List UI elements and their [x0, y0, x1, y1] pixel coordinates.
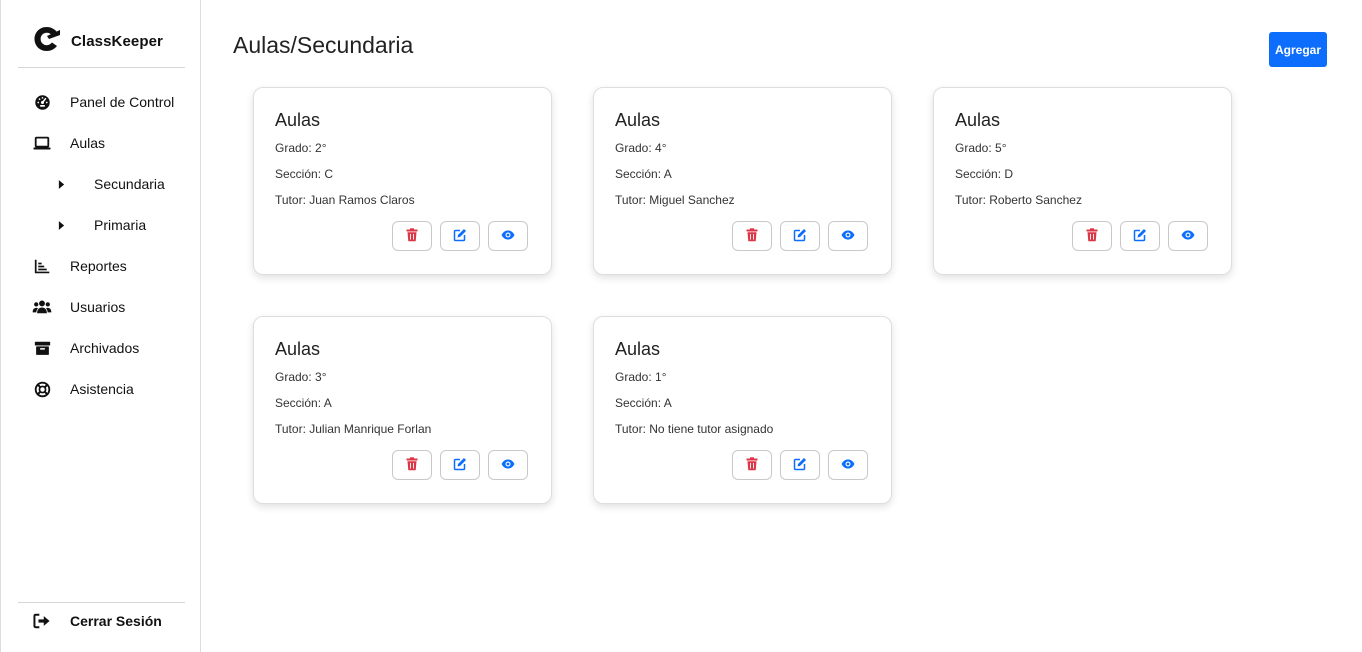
card-actions	[732, 221, 868, 251]
sidebar-item-label: Archivados	[70, 340, 140, 356]
sidebar-item-label: Asistencia	[70, 381, 134, 397]
logout-label: Cerrar Sesión	[70, 613, 162, 629]
card-grado: Grado: 2°	[275, 141, 327, 155]
card-actions	[392, 221, 528, 251]
card-grado: Grado: 1°	[615, 370, 667, 384]
card-tutor: Tutor: Julian Manrique Forlan	[275, 422, 432, 436]
caret-right-icon	[58, 178, 66, 190]
edit-button[interactable]	[780, 221, 820, 251]
card-seccion: Sección: A	[615, 396, 672, 410]
edit-icon	[453, 457, 467, 474]
view-button[interactable]	[488, 221, 528, 251]
sidebar-item-aulas[interactable]: Aulas	[32, 133, 105, 153]
card-seccion: Sección: A	[615, 167, 672, 181]
edit-button[interactable]	[780, 450, 820, 480]
sidebar: ClassKeeper Panel de Control Aulas Secun…	[0, 0, 201, 652]
sidebar-item-reportes[interactable]: Reportes	[32, 256, 127, 276]
edit-button[interactable]	[440, 221, 480, 251]
sidebar-item-asistencia[interactable]: Asistencia	[32, 379, 134, 399]
sidebar-item-label: Panel de Control	[70, 94, 175, 110]
sign-out-icon	[32, 611, 52, 631]
card-actions	[1072, 221, 1208, 251]
edit-icon	[453, 228, 467, 245]
view-button[interactable]	[488, 450, 528, 480]
trash-icon	[405, 456, 419, 474]
delete-button[interactable]	[1072, 221, 1112, 251]
card-seccion: Sección: D	[955, 167, 1014, 181]
card-tutor: Tutor: Juan Ramos Claros	[275, 193, 415, 207]
sidebar-subitem-label: Secundaria	[94, 176, 165, 192]
archive-box-icon	[32, 338, 52, 358]
classroom-card: Aulas Grado: 3° Sección: A Tutor: Julian…	[253, 316, 552, 504]
card-grado: Grado: 5°	[955, 141, 1007, 155]
sidebar-item-usuarios[interactable]: Usuarios	[32, 297, 125, 317]
add-button[interactable]: Agregar	[1269, 32, 1327, 67]
delete-button[interactable]	[732, 221, 772, 251]
caret-right-icon	[58, 219, 66, 231]
eye-icon	[501, 228, 515, 245]
classkeeper-logo-icon	[33, 26, 61, 57]
card-title: Aulas	[955, 110, 1001, 130]
card-grado: Grado: 3°	[275, 370, 327, 384]
eye-icon	[841, 457, 855, 474]
delete-button[interactable]	[392, 450, 432, 480]
edit-icon	[793, 228, 807, 245]
brand[interactable]: ClassKeeper	[33, 26, 163, 57]
edit-button[interactable]	[440, 450, 480, 480]
sidebar-item-panel-de-control[interactable]: Panel de Control	[32, 92, 174, 112]
card-tutor: Tutor: Roberto Sanchez	[955, 193, 1082, 207]
sidebar-item-archivados[interactable]: Archivados	[32, 338, 139, 358]
trash-icon	[745, 456, 759, 474]
view-button[interactable]	[828, 450, 868, 480]
delete-button[interactable]	[732, 450, 772, 480]
logout-button[interactable]: Cerrar Sesión	[32, 611, 162, 631]
sidebar-divider-top	[18, 67, 185, 68]
card-title: Aulas	[275, 110, 321, 130]
classroom-card: Aulas Grado: 1° Sección: A Tutor: No tie…	[593, 316, 892, 504]
trash-icon	[405, 227, 419, 245]
card-title: Aulas	[615, 339, 661, 359]
sidebar-item-label: Usuarios	[70, 299, 126, 315]
card-seccion: Sección: C	[275, 167, 334, 181]
app-name: ClassKeeper	[71, 33, 163, 50]
view-button[interactable]	[1168, 221, 1208, 251]
classroom-card: Aulas Grado: 4° Sección: A Tutor: Miguel…	[593, 87, 892, 275]
sidebar-item-label: Reportes	[70, 258, 127, 274]
trash-icon	[745, 227, 759, 245]
sidebar-divider-bottom	[18, 602, 185, 603]
card-actions	[732, 450, 868, 480]
edit-icon	[793, 457, 807, 474]
card-actions	[392, 450, 528, 480]
page-title: Aulas/Secundaria	[233, 32, 414, 58]
card-seccion: Sección: A	[275, 396, 332, 410]
lifebuoy-icon	[32, 379, 52, 399]
view-button[interactable]	[828, 221, 868, 251]
card-tutor: Tutor: No tiene tutor asignado	[615, 422, 774, 436]
sidebar-item-label: Aulas	[70, 135, 106, 151]
trash-icon	[1085, 227, 1099, 245]
card-title: Aulas	[615, 110, 661, 130]
classroom-card: Aulas Grado: 2° Sección: C Tutor: Juan R…	[253, 87, 552, 275]
classroom-card: Aulas Grado: 5° Sección: D Tutor: Robert…	[933, 87, 1232, 275]
bar-chart-icon	[32, 256, 52, 276]
dashboard-gauge-icon	[32, 92, 52, 112]
eye-icon	[501, 457, 515, 474]
eye-icon	[1181, 228, 1195, 245]
eye-icon	[841, 228, 855, 245]
sidebar-subitem-label: Primaria	[94, 217, 147, 233]
edit-button[interactable]	[1120, 221, 1160, 251]
users-icon	[32, 297, 52, 317]
laptop-icon	[32, 133, 52, 153]
sidebar-subitem-secundaria[interactable]: Secundaria	[58, 174, 165, 194]
card-grado: Grado: 4°	[615, 141, 667, 155]
edit-icon	[1133, 228, 1147, 245]
delete-button[interactable]	[392, 221, 432, 251]
sidebar-subitem-primaria[interactable]: Primaria	[58, 215, 146, 235]
card-title: Aulas	[275, 339, 321, 359]
card-tutor: Tutor: Miguel Sanchez	[615, 193, 735, 207]
